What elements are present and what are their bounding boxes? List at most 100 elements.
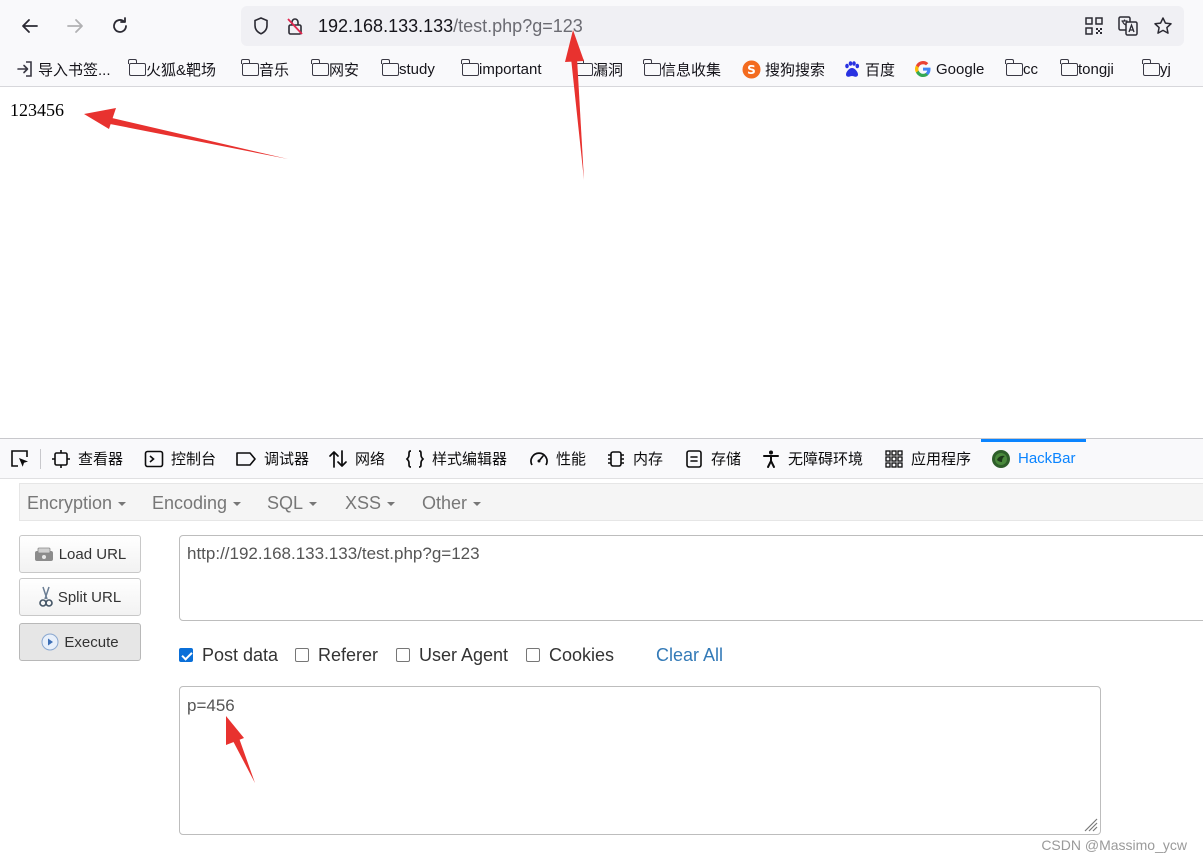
- button-label: Split URL: [57, 588, 122, 606]
- style-editor-icon: [405, 449, 425, 468]
- tab-hackbar[interactable]: HackBar: [981, 439, 1086, 478]
- referer-checkbox[interactable]: Referer: [295, 645, 378, 665]
- option-label: Referer: [318, 644, 379, 665]
- network-icon: [329, 449, 347, 468]
- execute-button[interactable]: Execute: [19, 623, 141, 661]
- menu-other[interactable]: Other: [422, 484, 482, 522]
- menu-label: SQL: [267, 492, 304, 513]
- tab-label: 内存: [633, 451, 664, 468]
- bookmark-label: tongji: [1078, 60, 1114, 78]
- button-label: Execute: [64, 633, 119, 651]
- folder-icon: [311, 58, 329, 76]
- hackbar-menubar: Encryption Encoding SQL XSS Other: [19, 483, 1203, 521]
- tab-inspector[interactable]: 查看器: [51, 439, 123, 478]
- folder-icon: [1005, 58, 1023, 76]
- bookmark-star-icon[interactable]: [1152, 15, 1174, 37]
- tab-storage[interactable]: 存储: [684, 439, 741, 478]
- split-url-button[interactable]: Split URL: [19, 578, 141, 616]
- bookmark-label: Google: [936, 60, 985, 78]
- tab-performance[interactable]: 性能: [529, 439, 586, 478]
- performance-icon: [530, 451, 548, 465]
- translate-icon[interactable]: [1117, 15, 1139, 37]
- checkbox-icon: [396, 648, 410, 662]
- arrow-right-icon: [67, 19, 83, 33]
- caret-down-icon: [473, 502, 482, 506]
- bookmark-sogou[interactable]: S 搜狗搜索: [742, 59, 825, 79]
- url-textarea[interactable]: http://192.168.133.133/test.php?g=123: [179, 535, 1203, 621]
- load-url-button[interactable]: Load URL: [19, 535, 141, 573]
- menu-label: XSS: [345, 492, 382, 513]
- bookmark-folder-important[interactable]: important: [461, 58, 542, 79]
- debugger-icon: [236, 451, 256, 466]
- bookmark-folder-tongji[interactable]: tongji: [1060, 58, 1114, 79]
- checkbox-icon: [295, 648, 309, 662]
- bookmarks-toolbar: 导入书签... 火狐&靶场 音乐 网安 study important 漏洞 信…: [0, 52, 1203, 87]
- import-icon: [17, 61, 32, 77]
- scissors-icon: [39, 586, 53, 607]
- bookmark-import[interactable]: 导入书签...: [16, 59, 111, 79]
- url-text[interactable]: 192.168.133.133/test.php?g=123: [318, 15, 583, 37]
- bookmark-baidu[interactable]: 百度: [843, 59, 895, 79]
- play-icon: [41, 633, 59, 651]
- url-host: 192.168.133.133: [318, 16, 454, 36]
- tab-accessibility[interactable]: 无障碍环境: [761, 439, 863, 478]
- post-data-textarea[interactable]: p=456: [179, 686, 1101, 835]
- caret-down-icon: [309, 502, 318, 506]
- bookmark-folder-cc[interactable]: cc: [1005, 58, 1038, 79]
- insecure-lock-icon[interactable]: [284, 15, 306, 37]
- bookmark-folder-wangan[interactable]: 网安: [311, 58, 359, 79]
- tracking-protection-icon[interactable]: [250, 15, 272, 37]
- application-icon: [885, 449, 903, 468]
- bookmark-label: cc: [1023, 60, 1038, 78]
- tab-label: 应用程序: [911, 451, 972, 468]
- bookmark-folder-music[interactable]: 音乐: [241, 58, 289, 79]
- checkbox-icon: [526, 648, 540, 662]
- clear-all-link[interactable]: Clear All: [656, 645, 723, 666]
- post-data-checkbox[interactable]: Post data: [179, 645, 278, 665]
- menu-encryption[interactable]: Encryption: [27, 484, 127, 522]
- storage-icon: [686, 449, 702, 468]
- load-icon: [34, 547, 53, 561]
- address-bar[interactable]: 192.168.133.133/test.php?g=123: [241, 6, 1184, 46]
- menu-sql[interactable]: SQL: [267, 484, 318, 522]
- devtools-tabbar: 查看器 控制台 调试器 网络 样式编辑器 性能 内存 存储 无障碍环境 应用程序…: [0, 438, 1203, 479]
- console-icon: [144, 450, 164, 467]
- tab-style-editor[interactable]: 样式编辑器: [405, 439, 507, 478]
- watermark-text: CSDN @Massimo_ycw: [1041, 837, 1187, 853]
- bookmark-folder-loudong[interactable]: 漏洞: [575, 58, 623, 79]
- bookmark-folder-huohu[interactable]: 火狐&靶场: [128, 58, 216, 79]
- pick-element-button[interactable]: [9, 439, 38, 478]
- folder-icon: [575, 58, 593, 76]
- bookmark-folder-yj[interactable]: yj: [1142, 58, 1171, 79]
- google-icon: [915, 61, 931, 77]
- resize-handle-icon[interactable]: [1082, 816, 1098, 832]
- tab-memory[interactable]: 内存: [606, 439, 663, 478]
- user-agent-checkbox[interactable]: User Agent: [396, 645, 508, 665]
- reload-button[interactable]: [105, 11, 135, 41]
- toolbar-divider: [40, 449, 41, 469]
- tab-application[interactable]: 应用程序: [884, 439, 971, 478]
- tab-network[interactable]: 网络: [328, 439, 385, 478]
- bookmark-label: 信息收集: [661, 61, 722, 79]
- option-label: Post data: [202, 644, 279, 665]
- memory-icon: [608, 450, 624, 467]
- menu-encoding[interactable]: Encoding: [152, 484, 242, 522]
- sogou-icon: S: [742, 60, 761, 78]
- folder-icon: [1060, 58, 1078, 76]
- qr-code-icon[interactable]: [1083, 15, 1105, 37]
- menu-xss[interactable]: XSS: [345, 484, 396, 522]
- annotation-arrow-output: [84, 108, 288, 159]
- hackbar-icon: [992, 449, 1010, 468]
- bookmark-folder-study[interactable]: study: [381, 58, 435, 79]
- bookmark-folder-info[interactable]: 信息收集: [643, 58, 722, 79]
- back-button[interactable]: [15, 11, 45, 41]
- inspector-icon: [52, 449, 70, 468]
- tab-console[interactable]: 控制台: [144, 439, 216, 478]
- bookmark-google[interactable]: Google: [914, 59, 984, 79]
- post-data-value: p=456: [187, 696, 235, 715]
- cookies-checkbox[interactable]: Cookies: [526, 645, 614, 665]
- bookmark-label: 搜狗搜索: [765, 61, 826, 79]
- forward-button[interactable]: [60, 11, 90, 41]
- tab-debugger[interactable]: 调试器: [235, 439, 309, 478]
- checkbox-checked-icon: [179, 648, 193, 662]
